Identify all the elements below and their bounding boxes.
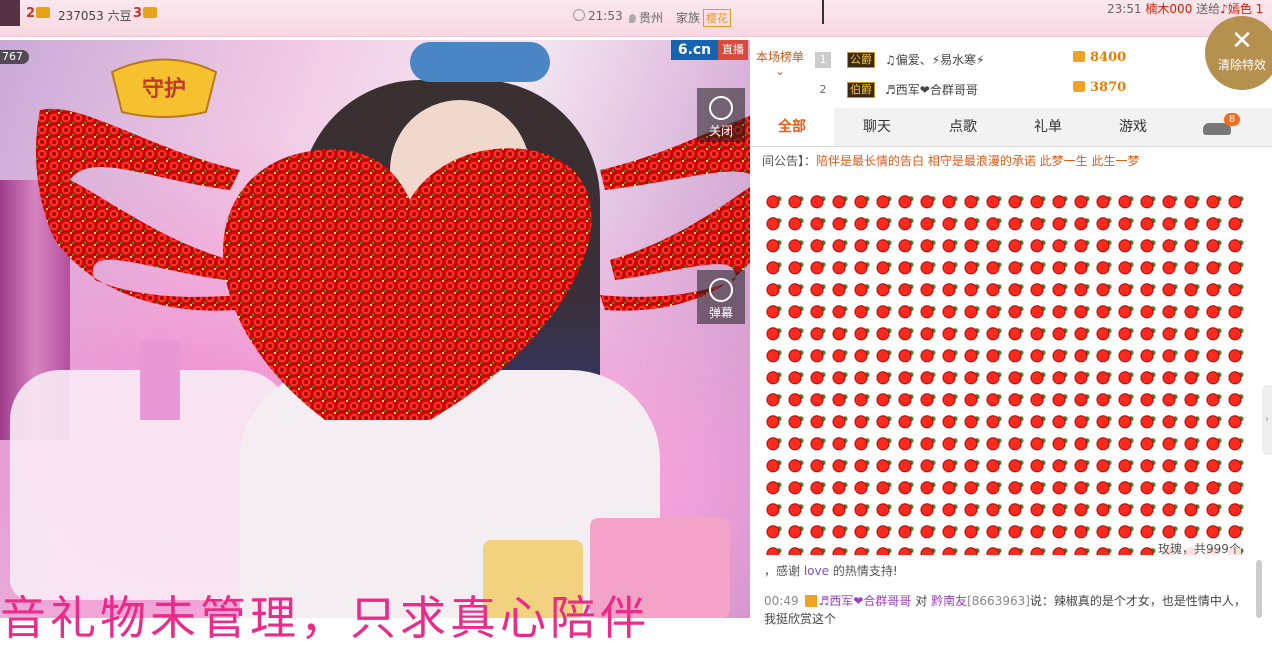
family-badge[interactable]: 樱花 <box>703 9 732 27</box>
room-notice: 间公告】：陪伴是最长情的告白 相守是最浪漫的承诺 此梦一生 此生一梦 <box>762 154 1140 168</box>
divider <box>822 0 824 24</box>
ranking-user[interactable]: ♬西军❤合群哥哥 <box>885 81 978 98</box>
family-info[interactable]: 家族 樱花 <box>676 9 732 27</box>
tab-games[interactable]: 游戏 <box>1090 108 1176 146</box>
feed-user[interactable]: 楠木000 <box>1145 2 1192 16</box>
gift-feed: 23:51 楠木000 送给♪嫣色 1 <box>1107 2 1264 16</box>
coin-icon <box>1073 81 1085 92</box>
chat-message: 00:49 ♬西军❤合群哥哥 对 黔南友[8663963]说：辣椒真的是个才女，也… <box>764 594 1246 626</box>
rose-gift-grid <box>762 193 1248 555</box>
viewer-count: 767 <box>0 50 29 64</box>
crown-icon <box>143 7 158 18</box>
left-rose-wing <box>35 108 240 311</box>
car-count-badge: 8 <box>1224 113 1240 126</box>
overlay-banner-text: 音礼物未管理，只求真心陪伴 <box>0 591 650 645</box>
ranking-header[interactable]: 本场榜单 ⌄ <box>755 50 805 78</box>
tab-songs[interactable]: 点歌 <box>920 108 1006 146</box>
noble-title-badge: 公爵 <box>847 52 875 68</box>
gift-thanks: ，感谢 love 的热情支持! <box>764 564 898 578</box>
top-bar: 2 237053 六豆 3 21:53 贵州 家族 樱花 23:51 楠木000 … <box>0 0 1272 37</box>
room-time: 21:53 <box>573 9 623 23</box>
tab-all[interactable]: 全部 <box>750 108 834 146</box>
collapse-arrow[interactable]: › <box>1262 385 1272 455</box>
ranking-row[interactable]: 2 伯爵 ♬西军❤合群哥哥 3870 <box>815 78 1255 104</box>
rank-number: 1 <box>815 52 831 68</box>
clock-icon <box>573 9 585 21</box>
avatar[interactable] <box>0 0 20 26</box>
rank-2-badge: 2 <box>26 6 51 21</box>
chat-scrollbar[interactable] <box>1256 560 1262 618</box>
location-pin-icon <box>629 14 636 23</box>
close-icon: ✕ <box>1231 26 1253 56</box>
ranking-row[interactable]: 1 公爵 ♫偏爱、⚡易水寒⚡ 8400 <box>815 48 1255 74</box>
coin-icon <box>1073 51 1085 62</box>
guard-badge-label: 守护 <box>142 76 186 102</box>
chat-target[interactable]: 黔南友 <box>931 594 967 608</box>
clear-effects-button[interactable]: ✕ 清除特效 <box>1205 16 1272 90</box>
chat-tabs: 全部 聊天 点歌 礼单 游戏 <box>750 108 1272 147</box>
gift-sender[interactable]: love <box>804 564 829 578</box>
site-logo[interactable]: 6.cn <box>671 40 718 60</box>
star-icon <box>804 595 817 607</box>
noble-title-badge: 伯爵 <box>847 82 875 98</box>
power-icon <box>709 96 733 120</box>
guard-badge[interactable]: 守护 <box>102 52 226 120</box>
heart-shape <box>223 148 592 420</box>
ranking-user[interactable]: ♫偏爱、⚡易水寒⚡ <box>885 51 985 68</box>
tab-chat[interactable]: 聊天 <box>834 108 920 146</box>
ranking-score: 8400 <box>1073 50 1126 65</box>
room-location: 贵州 <box>629 9 663 26</box>
ranking-score: 3870 <box>1073 80 1126 95</box>
close-video-button[interactable]: 关闭 <box>697 88 745 142</box>
gift-summary: 玫瑰，共999个 <box>1158 540 1241 557</box>
tab-gifts[interactable]: 礼单 <box>1006 108 1090 146</box>
rank-3-badge: 3 <box>133 6 158 21</box>
crown-icon <box>36 7 51 18</box>
chat-user[interactable]: ♬西军❤合群哥哥 <box>819 594 912 608</box>
rank-number: 2 <box>819 83 827 96</box>
danmu-button[interactable]: 弹幕 <box>697 270 745 324</box>
feed-target[interactable]: ♪嫣色 1 <box>1220 2 1263 16</box>
live-badge: 直播 <box>718 40 748 60</box>
danmu-icon <box>709 278 733 302</box>
bean-count: 237053 六豆 <box>58 9 132 23</box>
